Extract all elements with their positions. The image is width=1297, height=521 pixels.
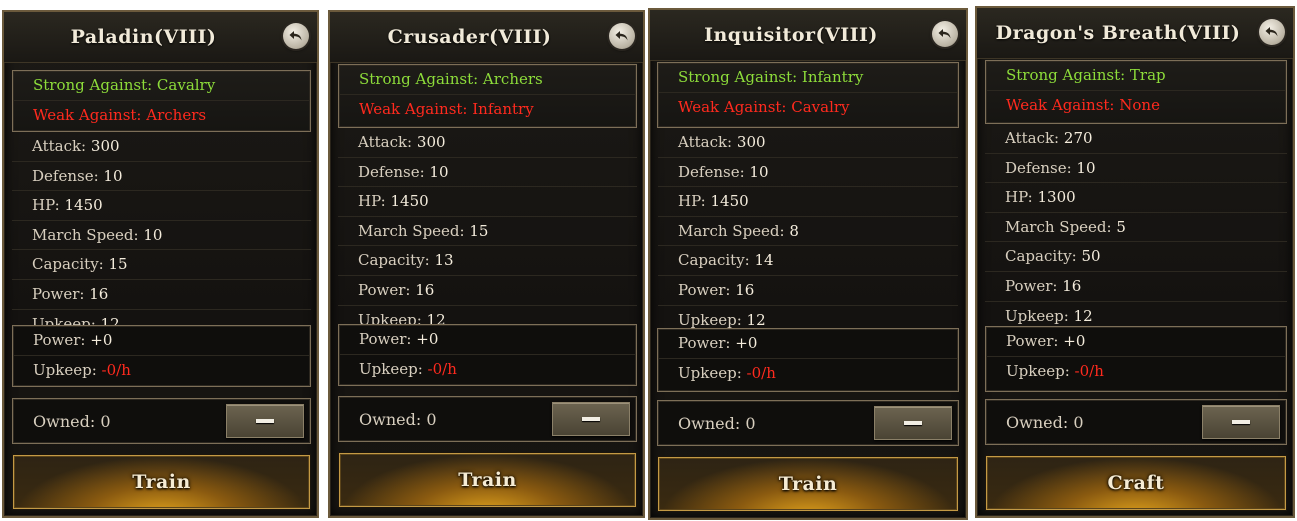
unit-title: Inquisitor(VIII) [704, 24, 878, 46]
stat-power: Power: 16 [12, 280, 311, 310]
bonus-power: Power: +0 [658, 329, 958, 359]
bonus-upkeep: Upkeep: -0/h [1006, 362, 1104, 380]
owned-box: Owned: 0 [985, 399, 1287, 445]
bonus-box: Power: +0 Upkeep: -0/h [985, 326, 1287, 392]
stats-list: Attack: 270 Defense: 10 HP: 1300 March S… [985, 124, 1287, 330]
weak-against: Weak Against: None [1006, 96, 1160, 114]
weak-against: Weak Against: Archers [33, 106, 207, 124]
bonus-upkeep: Upkeep: -0/h [359, 360, 457, 378]
minus-icon[interactable] [1202, 405, 1280, 439]
card-header: Paladin(VIII) [4, 12, 317, 63]
matchup-box: Strong Against: Archers Weak Against: In… [338, 64, 637, 128]
bonus-power: Power: +0 [986, 327, 1286, 357]
owned-box: Owned: 0 [657, 400, 959, 446]
stat-attack: Attack: 300 [12, 132, 311, 162]
stat-hp: HP: 1300 [985, 183, 1287, 213]
back-arrow-icon[interactable] [1259, 19, 1285, 45]
bonus-box: Power: +0 Upkeep: -0/h [657, 328, 959, 392]
stat-march-speed: March Speed: 5 [985, 213, 1287, 243]
stat-hp: HP: 1450 [658, 187, 958, 217]
unit-title: Crusader(VIII) [387, 26, 552, 48]
minus-icon[interactable] [226, 404, 304, 438]
stat-hp: HP: 1450 [12, 191, 311, 221]
matchup-box: Strong Against: Trap Weak Against: None [985, 60, 1287, 124]
bonus-box: Power: +0 Upkeep: -0/h [12, 325, 311, 387]
unit-card-paladin: Paladin(VIII) Strong Against: Cavalry We… [2, 10, 319, 518]
back-arrow-icon[interactable] [283, 23, 309, 49]
card-header: Inquisitor(VIII) [650, 10, 966, 61]
stat-defense: Defense: 10 [658, 158, 958, 188]
stat-hp: HP: 1450 [338, 187, 637, 217]
stat-march-speed: March Speed: 8 [658, 217, 958, 247]
stat-defense: Defense: 10 [12, 162, 311, 192]
stats-list: Attack: 300 Defense: 10 HP: 1450 March S… [658, 128, 958, 334]
strong-against: Strong Against: Cavalry [13, 71, 310, 101]
bonus-upkeep: Upkeep: -0/h [678, 364, 776, 382]
train-button[interactable]: Train [339, 453, 636, 507]
matchup-box: Strong Against: Cavalry Weak Against: Ar… [12, 70, 311, 132]
stat-defense: Defense: 10 [338, 158, 637, 188]
unit-card-inquisitor: Inquisitor(VIII) Strong Against: Infantr… [648, 8, 968, 520]
weak-against: Weak Against: Cavalry [678, 98, 850, 116]
stats-list: Attack: 300 Defense: 10 HP: 1450 March S… [12, 132, 311, 338]
bonus-upkeep: Upkeep: -0/h [33, 361, 131, 379]
stat-power: Power: 16 [338, 276, 637, 306]
unit-card-crusader: Crusader(VIII) Strong Against: Archers W… [328, 10, 645, 518]
unit-title: Dragon's Breath(VIII) [995, 22, 1241, 44]
stat-capacity: Capacity: 15 [12, 250, 311, 280]
minus-icon[interactable] [552, 402, 630, 436]
matchup-box: Strong Against: Infantry Weak Against: C… [657, 62, 959, 128]
stat-capacity: Capacity: 50 [985, 242, 1287, 272]
stat-attack: Attack: 300 [658, 128, 958, 158]
weak-against: Weak Against: Infantry [359, 100, 534, 118]
stat-capacity: Capacity: 14 [658, 246, 958, 276]
back-arrow-icon[interactable] [609, 23, 635, 49]
unit-title: Paladin(VIII) [70, 26, 217, 48]
strong-against: Strong Against: Archers [339, 65, 636, 95]
stat-power: Power: 16 [658, 276, 958, 306]
card-header: Dragon's Breath(VIII) [977, 8, 1293, 59]
owned-box: Owned: 0 [338, 396, 637, 442]
stat-attack: Attack: 270 [985, 124, 1287, 154]
unit-card-dragons-breath: Dragon's Breath(VIII) Strong Against: Tr… [975, 6, 1295, 518]
stat-power: Power: 16 [985, 272, 1287, 302]
card-header: Crusader(VIII) [330, 12, 643, 63]
back-arrow-icon[interactable] [932, 21, 958, 47]
bonus-power: Power: +0 [339, 325, 636, 355]
stat-march-speed: March Speed: 10 [12, 221, 311, 251]
craft-button[interactable]: Craft [986, 456, 1286, 510]
stats-list: Attack: 300 Defense: 10 HP: 1450 March S… [338, 128, 637, 334]
stat-defense: Defense: 10 [985, 154, 1287, 184]
bonus-box: Power: +0 Upkeep: -0/h [338, 324, 637, 386]
stat-attack: Attack: 300 [338, 128, 637, 158]
strong-against: Strong Against: Infantry [658, 63, 958, 93]
train-button[interactable]: Train [658, 457, 958, 511]
strong-against: Strong Against: Trap [986, 61, 1286, 91]
bonus-power: Power: +0 [13, 326, 310, 356]
owned-box: Owned: 0 [12, 398, 311, 444]
stat-capacity: Capacity: 13 [338, 246, 637, 276]
stat-march-speed: March Speed: 15 [338, 217, 637, 247]
train-button[interactable]: Train [13, 455, 310, 509]
minus-icon[interactable] [874, 406, 952, 440]
